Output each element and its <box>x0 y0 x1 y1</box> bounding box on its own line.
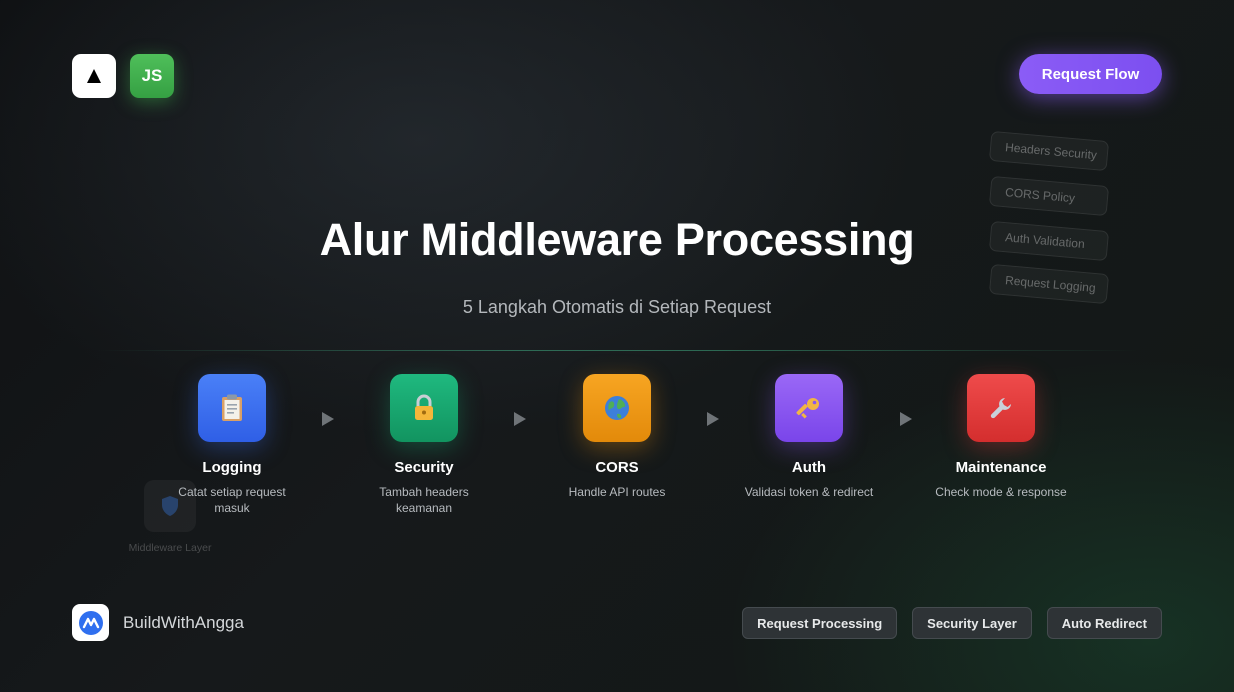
arrow-right-icon <box>322 412 334 426</box>
page-subtitle: 5 Langkah Otomatis di Setiap Request <box>462 297 772 317</box>
step-desc: Validasi token & redirect <box>744 485 874 499</box>
arrow-right-icon <box>514 412 526 426</box>
buildwithangga-logo-icon <box>72 604 109 641</box>
request-flow-button[interactable]: Request Flow <box>1019 54 1162 94</box>
tag-auto-redirect: Auto Redirect <box>1046 607 1162 639</box>
step-auth: Auth Validasi token & redirect <box>739 374 879 500</box>
floating-tag: CORS Policy <box>988 175 1110 217</box>
nextjs-logo <box>72 54 116 98</box>
wrench-icon <box>967 374 1035 442</box>
footer-tags: Request Processing Security Layer Auto R… <box>742 607 1162 639</box>
step-logging: Logging Catat setiap request masuk <box>162 374 302 516</box>
step-name: Auth <box>791 459 827 476</box>
step-desc: Tambah headers keamanan <box>379 485 469 515</box>
step-cors: CORS Handle API routes <box>547 374 687 500</box>
key-icon <box>775 374 843 442</box>
nextjs-triangle-icon <box>87 69 101 83</box>
step-name: Logging <box>202 459 262 476</box>
middleware-layer-label: Middleware Layer <box>128 542 212 554</box>
tag-request-processing: Request Processing <box>742 607 898 639</box>
step-maintenance: Maintenance Check mode & response <box>931 374 1071 500</box>
step-name: CORS <box>595 459 639 476</box>
js-icon: JS <box>141 66 163 85</box>
clipboard-icon <box>198 374 266 442</box>
step-name: Security <box>394 459 454 476</box>
tag-security-layer: Security Layer <box>912 607 1032 639</box>
arrow-right-icon <box>900 412 912 426</box>
step-desc: Catat setiap request masuk <box>178 485 286 515</box>
step-desc: Check mode & response <box>935 485 1067 499</box>
arrow-right-icon <box>707 412 719 426</box>
brand-name: BuildWithAngga <box>123 612 244 632</box>
js-logo: JS <box>130 54 174 98</box>
step-desc: Handle API routes <box>568 485 666 499</box>
page-title: Alur Middleware Processing <box>319 214 915 265</box>
step-name: Maintenance <box>955 459 1047 476</box>
floating-tag: Headers Security <box>988 130 1110 172</box>
divider <box>96 350 1138 351</box>
step-security: Security Tambah headers keamanan <box>354 374 494 516</box>
brand: BuildWithAngga <box>72 604 244 641</box>
lock-icon <box>390 374 458 442</box>
globe-icon <box>583 374 651 442</box>
